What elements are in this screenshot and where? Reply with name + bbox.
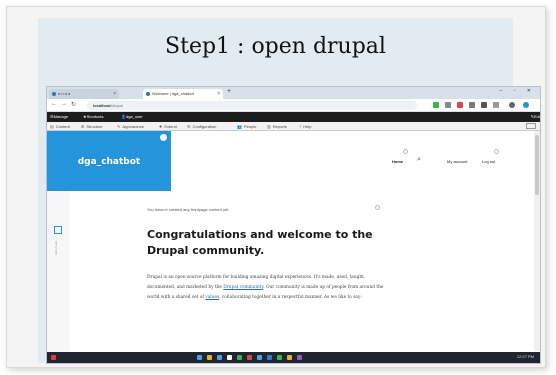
extend-icon: ✚ (159, 124, 163, 129)
extension-icon[interactable] (469, 102, 475, 108)
tab-strip: n n d a × Welcome | dga_chatbot × + – ▫ … (47, 87, 540, 99)
shortcuts-button[interactable]: ★ Shortcuts (83, 112, 104, 122)
url-input[interactable]: localhost/drupal (87, 101, 417, 110)
start-icon[interactable] (51, 355, 56, 360)
menu-item-appearance[interactable]: ✎ Appearance (117, 122, 144, 131)
user-label: dga_user (125, 114, 143, 119)
browser-window: n n d a × Welcome | dga_chatbot × + – ▫ … (46, 86, 541, 364)
nav-my-account-link[interactable]: My account (447, 159, 467, 164)
taskbar-app-icon[interactable] (237, 355, 242, 360)
nav-home-link[interactable]: Home (392, 159, 403, 164)
taskbar: 12:27 PM (47, 352, 540, 363)
help-icon: ? (299, 124, 302, 129)
user-button[interactable]: 👤 dga_user (121, 112, 143, 122)
expand-icon[interactable] (54, 226, 62, 234)
back-button[interactable]: ← (51, 101, 57, 107)
new-tab-button[interactable]: + (227, 88, 231, 95)
browser-tab-1[interactable]: n n d a × (49, 89, 119, 99)
intro-paragraph: Drupal is an open source platform for bu… (147, 273, 387, 303)
slide-title: Step1 : open drupal (165, 34, 386, 59)
taskbar-clock: 12:27 PM (516, 354, 534, 359)
menu-item-extend[interactable]: ✚ Extend (159, 122, 177, 131)
tab-close-icon[interactable]: × (217, 89, 220, 99)
taskbar-app-icon[interactable] (247, 355, 252, 360)
menu-item-people[interactable]: 👥 People (237, 122, 256, 131)
configuration-icon: ⚙ (187, 124, 191, 129)
menu-icon[interactable] (523, 102, 529, 108)
values-link[interactable]: values (205, 295, 219, 300)
manage-label: Manage (53, 114, 69, 119)
edit-label: Edit (534, 114, 541, 119)
menu-item-label: Extend (164, 124, 177, 129)
menu-item-label: Content (55, 124, 70, 129)
menu-item-label: Structure (86, 124, 103, 129)
menu-item-label: Reports (272, 124, 287, 129)
menu-item-help[interactable]: ? Help (299, 122, 311, 131)
pencil-icon[interactable] (494, 149, 499, 154)
tab-label: n n d a (58, 91, 71, 96)
site-branding: dga_chatbot (47, 131, 171, 191)
taskbar-app-icon[interactable] (267, 355, 272, 360)
people-icon: 👥 (237, 124, 242, 129)
frontpage-note: You haven't created any frontpage conten… (147, 207, 230, 212)
welcome-heading: Congratulations and welcome to the Drupa… (147, 228, 373, 257)
admin-toolbar: ☰ Manage ★ Shortcuts 👤 dga_user ✎ Edit (47, 112, 540, 122)
appearance-icon: ✎ (117, 124, 121, 129)
browser-tab-2[interactable]: Welcome | dga_chatbot × (143, 89, 223, 99)
menu-item-structure[interactable]: ⊞ Structure (81, 122, 103, 131)
menu-item-content[interactable]: ▤ Content (50, 122, 70, 131)
url-path: /drupal (110, 103, 123, 108)
window-controls[interactable]: – ▫ ✕ (499, 88, 536, 94)
taskbar-app-icon[interactable] (277, 355, 282, 360)
edit-button[interactable]: ✎ Edit (531, 112, 540, 122)
reload-button[interactable]: ↻ (71, 101, 76, 108)
site-header: dga_chatbot Home ⌕ My account Log out (47, 131, 540, 191)
menu-item-label: People (243, 124, 257, 129)
para-text: , collaborating together in a respectful… (219, 295, 362, 300)
menu-item-label: Configuration (192, 124, 217, 129)
extension-icon[interactable] (493, 102, 499, 108)
taskbar-app-icon[interactable] (257, 355, 262, 360)
menu-item-configuration[interactable]: ⚙ Configuration (187, 122, 216, 131)
favicon-icon (146, 92, 150, 96)
address-bar-row: ← → ↻ localhost/drupal (47, 99, 540, 112)
profile-icon[interactable] (509, 102, 515, 108)
url-host: localhost (93, 103, 111, 108)
manage-button[interactable]: ☰ Manage (50, 112, 68, 122)
tab-close-icon[interactable]: × (113, 89, 116, 99)
pencil-icon[interactable] (375, 205, 380, 210)
drupal-community-link[interactable]: Drupal community (223, 285, 263, 290)
pencil-icon[interactable] (160, 134, 167, 141)
extension-icon[interactable] (457, 102, 463, 108)
taskbar-app-icon[interactable] (217, 355, 222, 360)
menu-item-label: Appearance (122, 124, 144, 129)
structure-icon: ⊞ (81, 124, 85, 129)
menu-item-reports[interactable]: ▥ Reports (267, 122, 287, 131)
extension-icon[interactable] (445, 102, 451, 108)
taskbar-app-icon[interactable] (227, 355, 232, 360)
scrollbar-thumb[interactable] (535, 135, 539, 195)
pencil-icon[interactable] (403, 149, 408, 154)
tab-label: Welcome | dga_chatbot (152, 91, 194, 96)
taskbar-app-icon[interactable] (207, 355, 212, 360)
nav-log-out-link[interactable]: Log out (482, 159, 495, 164)
admin-menu: ▤ Content ⊞ Structure ✎ Appearance ✚ Extend … (47, 122, 540, 131)
left-rail: Edit mode (47, 191, 69, 361)
rail-label: Edit mode (54, 241, 58, 255)
favicon-icon (52, 92, 56, 96)
search-icon[interactable]: ⌕ (417, 156, 421, 164)
reports-icon: ▥ (267, 124, 271, 129)
taskbar-app-icon[interactable] (297, 355, 302, 360)
site-name[interactable]: dga_chatbot (47, 157, 171, 167)
page-scrollbar[interactable] (534, 131, 540, 351)
taskbar-app-icon[interactable] (287, 355, 292, 360)
extension-icon[interactable] (433, 102, 439, 108)
extension-icon[interactable] (481, 102, 487, 108)
taskbar-app-icon[interactable] (197, 355, 202, 360)
forward-button[interactable]: → (61, 101, 67, 107)
toolbar-orientation-toggle[interactable] (526, 123, 536, 129)
shortcuts-label: Shortcuts (86, 114, 104, 119)
menu-item-label: Help (303, 124, 312, 129)
content-icon: ▤ (50, 124, 54, 129)
